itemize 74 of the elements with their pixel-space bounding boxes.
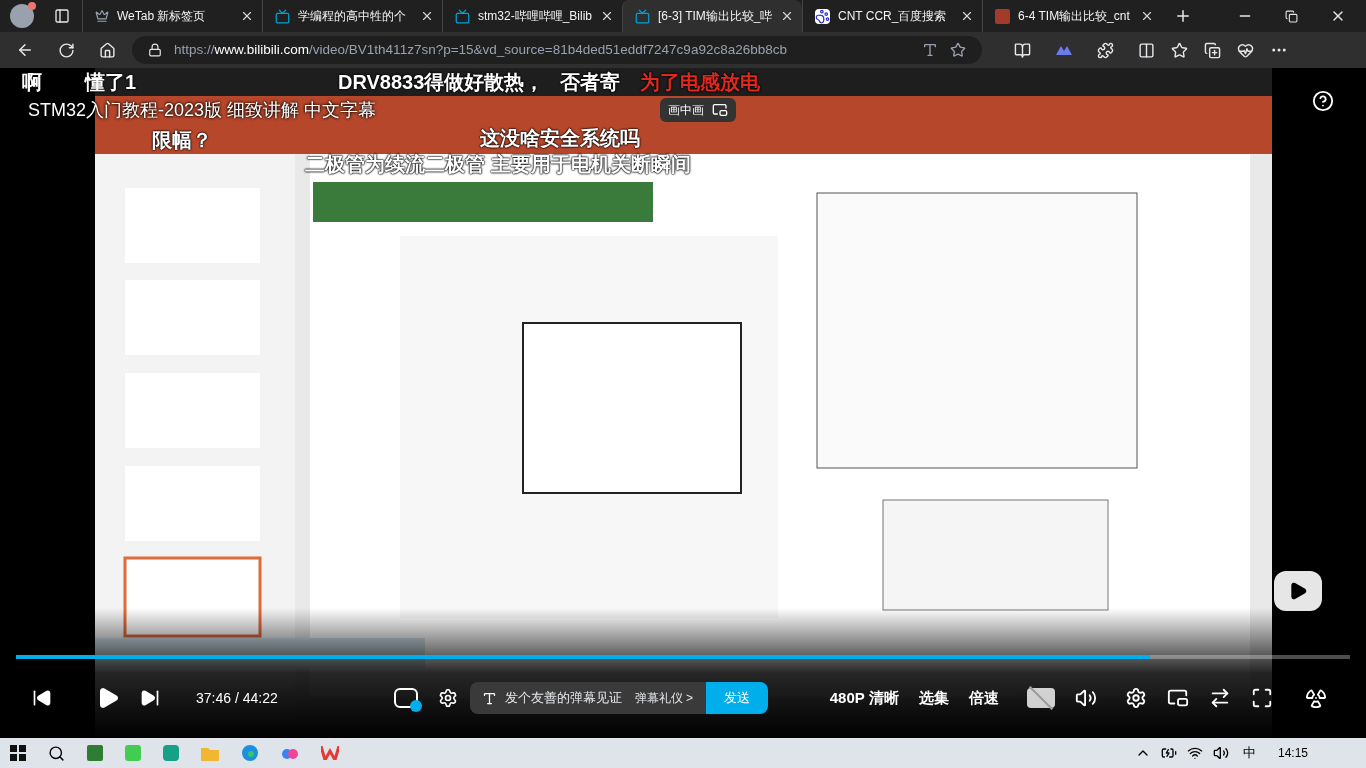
play-icon (1288, 581, 1308, 601)
add-tab-group-icon[interactable] (1204, 41, 1221, 59)
extension-icon[interactable] (1055, 44, 1073, 56)
windows-logo-icon[interactable] (10, 745, 26, 761)
next-icon[interactable] (140, 688, 160, 708)
browser-health-icon[interactable] (1237, 41, 1254, 59)
battery-icon[interactable] (1160, 745, 1177, 761)
danmaku-settings-icon[interactable] (437, 688, 458, 708)
collections-icon[interactable] (1014, 41, 1031, 59)
lock-icon (148, 43, 162, 57)
wps-icon[interactable] (321, 746, 339, 760)
close-icon[interactable] (420, 9, 434, 23)
picture-in-picture-icon (712, 102, 728, 118)
tv-icon (635, 8, 650, 24)
danmaku-input[interactable]: 发个友善的弹幕见证 (504, 688, 627, 708)
tv-icon (275, 8, 290, 24)
danmaku-comment: DRV8833得做好散热， (338, 70, 545, 94)
profile-avatar[interactable] (10, 4, 34, 28)
volume-icon[interactable] (1074, 687, 1097, 709)
tab-title: stm32-哔哩哔哩_Bilib (478, 8, 593, 25)
help-icon[interactable] (1312, 90, 1334, 112)
tab-actions-icon[interactable] (54, 8, 70, 24)
danmaku-comment: 为了电感放电 (640, 70, 760, 94)
previous-icon[interactable] (32, 688, 52, 708)
close-icon[interactable] (960, 9, 974, 23)
close-icon[interactable] (240, 9, 254, 23)
wifi-icon[interactable] (1186, 745, 1203, 761)
danmaku-etiquette-link[interactable]: 弹幕礼仪 > (634, 689, 694, 707)
play-overlay-button[interactable] (1274, 571, 1322, 611)
paw-icon (815, 8, 830, 24)
home-icon[interactable] (99, 41, 116, 59)
danmaku-comment: 啊 (22, 70, 42, 94)
favorites-icon[interactable] (1171, 41, 1188, 59)
read-aloud-icon[interactable] (922, 42, 938, 58)
extensions-icon[interactable] (1097, 41, 1114, 59)
reload-icon[interactable] (58, 41, 75, 59)
speed-button[interactable]: 倍速 (968, 686, 999, 710)
danmaku-field[interactable]: 发个友善的弹幕见证 弹幕礼仪 > (469, 682, 706, 714)
address-field[interactable]: https://www.bilibili.com/video/BV1th411z7sn?p=15&vd_source=81b4ded51eddf7247c9a92c8a26bb8cb (132, 36, 982, 64)
input-method-indicator[interactable]: 中 (1242, 743, 1256, 763)
tab-title: 6-4 TIM输出比较_cnt (1018, 8, 1131, 25)
settings-icon[interactable] (1124, 687, 1147, 709)
picture-in-picture-button[interactable]: 画中画 (660, 98, 736, 122)
tab-title: WeTab 新标签页 (117, 8, 207, 25)
danmaku-comment: 这没啥安全系统吗 (480, 126, 640, 150)
taskbar-clock[interactable]: 14:15 (1277, 744, 1308, 762)
restore-icon[interactable] (1285, 9, 1298, 23)
danmaku-comment: 懂了1 (85, 70, 137, 94)
search-icon[interactable] (48, 744, 65, 762)
quality-button[interactable]: 480P 清晰 (829, 686, 899, 710)
text-style-icon[interactable] (481, 690, 497, 706)
browser-icon[interactable] (241, 744, 259, 762)
tv-icon (455, 8, 470, 24)
close-icon[interactable] (1140, 9, 1154, 23)
volume-tray-icon[interactable] (1212, 745, 1229, 761)
mini-player-icon[interactable] (1166, 687, 1189, 709)
favorite-icon[interactable] (950, 42, 966, 58)
tab-title: CNT CCR_百度搜索 (838, 8, 948, 25)
episodes-button[interactable]: 选集 (918, 686, 949, 710)
danmaku-comment: 否者寄 (560, 70, 620, 94)
tab-title: 学编程的高中牲的个 (298, 8, 407, 25)
browser-tab[interactable]: [6-3] TIM输出比较_哔 (622, 0, 802, 32)
url-text: https://www.bilibili.com/video/BV1th411z7sn?p=15&vd_source=81b4ded51eddf7247c9a92c8a26bb8cb (174, 40, 788, 59)
split-screen-icon[interactable] (1138, 41, 1155, 59)
new-tab-icon[interactable] (1174, 7, 1192, 25)
crown-icon (95, 9, 109, 23)
danmaku-comment: 二极管为续流二极管 主要用于电机关断瞬间 (305, 152, 691, 176)
playback-time: 37:46 / 44:22 (196, 688, 278, 708)
radiation-icon[interactable] (1304, 687, 1327, 709)
fullscreen-icon[interactable] (1250, 687, 1273, 709)
tab-title: [6-3] TIM输出比较_哔 (658, 8, 773, 25)
back-icon[interactable] (16, 41, 34, 59)
square-icon (995, 8, 1010, 24)
danmaku-comment: 限幅？ (152, 128, 212, 152)
